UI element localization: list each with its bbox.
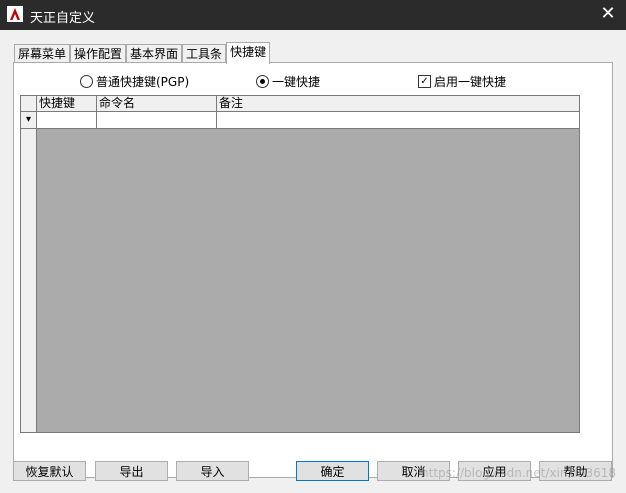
restore-default-button[interactable]: 恢复默认 — [13, 461, 86, 481]
dropdown-arrow-icon[interactable]: ▾ — [21, 112, 37, 128]
tab-toolbar[interactable]: 工具条 — [182, 44, 227, 63]
normal-shortcut-label: 普通快捷键(PGP) — [96, 75, 190, 89]
close-icon[interactable]: ✕ — [596, 2, 620, 26]
column-header-shortcut[interactable]: 快捷键 — [37, 96, 97, 111]
normal-shortcut-option[interactable]: 普通快捷键(PGP) — [80, 73, 189, 90]
cancel-button[interactable]: 取消 — [377, 461, 450, 481]
tab-strip: 屏幕菜单 操作配置 基本界面 工具条 快捷键 — [14, 42, 271, 64]
help-button[interactable]: 帮助 — [539, 461, 612, 481]
column-header-note[interactable]: 备注 — [217, 96, 579, 111]
radio-normal-shortcut[interactable] — [80, 75, 93, 88]
apply-button[interactable]: 应用 — [458, 461, 531, 481]
new-row-shortcut-cell[interactable] — [37, 112, 97, 128]
tab-operation-config[interactable]: 操作配置 — [70, 44, 127, 63]
grid-corner — [21, 96, 37, 111]
enable-one-key-label: 启用一键快捷 — [434, 75, 507, 89]
tab-basic-interface[interactable]: 基本界面 — [126, 44, 183, 63]
title-bar: 天正自定义 ✕ — [0, 0, 626, 30]
new-row-note-cell[interactable] — [217, 112, 579, 128]
dialog-body: 屏幕菜单 操作配置 基本界面 工具条 快捷键 普通快捷键(PGP) 一键快捷 ✓… — [0, 30, 626, 493]
column-header-command[interactable]: 命令名 — [97, 96, 217, 111]
window-title: 天正自定义 — [30, 11, 96, 26]
new-row-command-cell[interactable] — [97, 112, 217, 128]
checkbox-enable-one-key[interactable]: ✓ — [418, 75, 431, 88]
tab-screen-menu[interactable]: 屏幕菜单 — [14, 44, 71, 63]
tab-shortcuts[interactable]: 快捷键 — [226, 42, 271, 64]
radio-one-key[interactable] — [256, 75, 269, 88]
import-button[interactable]: 导入 — [176, 461, 249, 481]
export-button[interactable]: 导出 — [95, 461, 168, 481]
one-key-option[interactable]: 一键快捷 — [256, 73, 320, 90]
enable-one-key-option[interactable]: ✓ 启用一键快捷 — [418, 73, 506, 90]
grid-new-row[interactable]: ▾ — [21, 112, 579, 129]
grid-header: 快捷键 命令名 备注 — [21, 96, 579, 112]
shortcut-grid[interactable]: 快捷键 命令名 备注 ▾ — [20, 95, 580, 433]
shortcuts-panel: 普通快捷键(PGP) 一键快捷 ✓ 启用一键快捷 快捷键 命令名 备注 ▾ — [13, 62, 613, 478]
row-header-strip — [21, 129, 37, 432]
tangent-app-icon — [7, 6, 23, 22]
one-key-label: 一键快捷 — [272, 75, 321, 89]
ok-button[interactable]: 确定 — [296, 461, 369, 481]
